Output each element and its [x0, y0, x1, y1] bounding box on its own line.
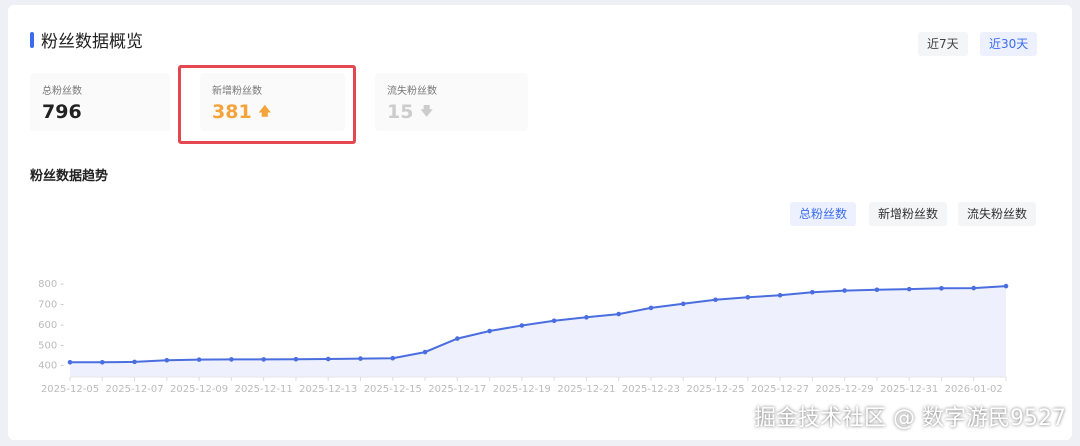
y-tick-label: 500 -: [38, 340, 64, 351]
data-point: [390, 355, 396, 361]
data-point: [616, 311, 621, 317]
x-tick-label: 2025-12-19: [493, 384, 551, 395]
data-point: [196, 357, 202, 362]
data-point: [906, 286, 912, 292]
data-point: [745, 295, 751, 300]
fans-trend-chart: 400 - 500 - 600 - 700 - 800 - 2025-12-05 2025-…: [38, 279, 1009, 395]
data-point: [842, 288, 847, 293]
x-tick-label: 2025-12-31: [880, 384, 938, 395]
data-point: [99, 359, 105, 365]
data-point: [648, 305, 654, 311]
y-tick-label: 400 -: [38, 361, 64, 372]
x-tick-label: 2025-12-11: [235, 384, 293, 395]
data-point: [519, 323, 525, 328]
series-area: [70, 286, 1006, 377]
data-point: [261, 357, 266, 362]
data-point: [358, 356, 363, 361]
data-point: [455, 336, 460, 341]
y-tick-label: 700 -: [38, 299, 64, 310]
y-tick-label: 600 -: [38, 320, 64, 331]
data-point: [325, 356, 331, 362]
data-point: [293, 356, 299, 362]
watermark: 掘金技术社区 @ 数字游民9527: [754, 406, 1066, 431]
x-tick-label: 2025-12-13: [299, 384, 357, 395]
data-point: [132, 359, 137, 365]
data-point: [810, 289, 815, 295]
x-tick-label: 2025-12-23: [622, 384, 680, 395]
x-tick-label: 2025-12-07: [105, 384, 163, 395]
data-point: [874, 287, 880, 293]
data-point: [939, 286, 944, 291]
data-point: [1003, 283, 1009, 289]
y-tick-label: 800 -: [38, 279, 64, 290]
data-point: [67, 359, 73, 365]
x-tick-label: 2025-12-21: [557, 384, 615, 395]
x-tick-label: 2025-12-29: [816, 384, 874, 395]
data-point: [680, 301, 686, 307]
data-point: [971, 285, 977, 291]
x-tick-label: 2025-12-15: [364, 384, 422, 395]
data-point: [584, 315, 589, 320]
data-point: [422, 349, 428, 355]
x-tick-label: 2025-12-17: [428, 384, 486, 395]
x-tick-label: 2025-12-25: [686, 384, 744, 395]
x-tick-label: 2025-12-09: [170, 384, 228, 395]
x-tick-label: 2026-01-02: [945, 384, 1003, 395]
data-point: [777, 292, 783, 298]
data-point: [487, 328, 492, 334]
data-point: [229, 357, 234, 362]
x-tick-label: 2025-12-05: [41, 384, 99, 395]
x-tick-label: 2025-12-27: [751, 384, 809, 395]
data-point: [164, 357, 170, 363]
data-point: [551, 318, 557, 324]
data-point: [713, 297, 718, 303]
